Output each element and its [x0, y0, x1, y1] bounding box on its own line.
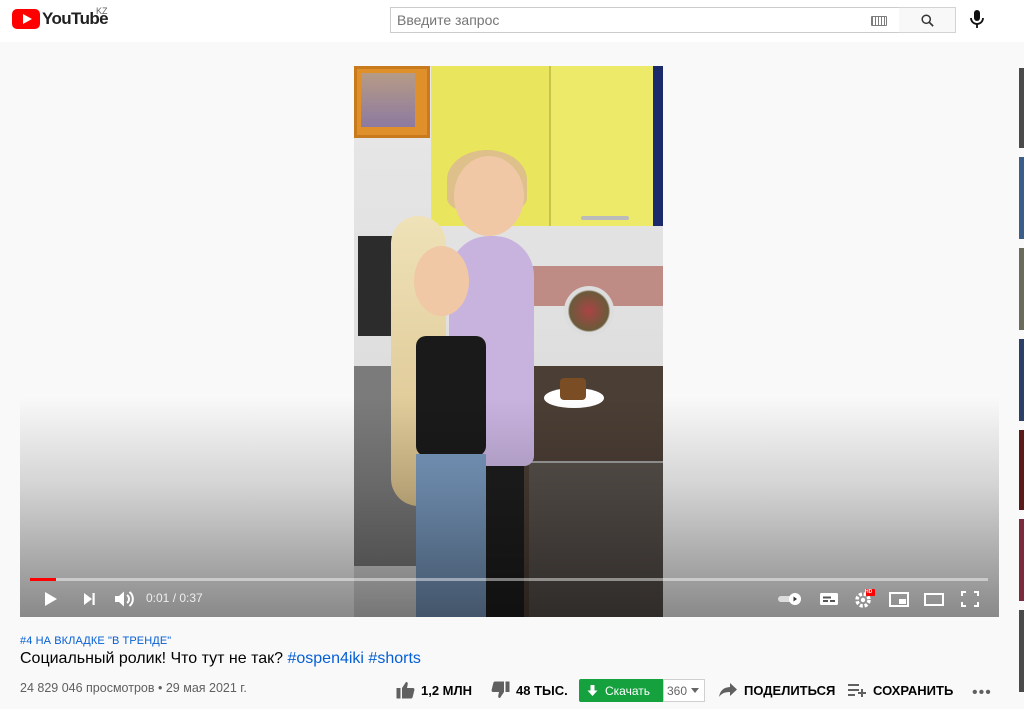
- sidebar-thumbnail[interactable]: [1019, 610, 1024, 692]
- sidebar-thumbnail[interactable]: [1019, 519, 1024, 601]
- microphone-icon: [970, 10, 984, 28]
- video-title-text: Социальный ролик! Что тут не так?: [20, 650, 284, 667]
- volume-icon: [115, 591, 134, 607]
- voice-search-button[interactable]: [969, 9, 985, 34]
- sidebar-thumbnail[interactable]: [1019, 68, 1024, 148]
- more-actions-button[interactable]: •••: [972, 684, 992, 702]
- sidebar-thumbnail[interactable]: [1019, 157, 1024, 239]
- youtube-logo[interactable]: YouTube: [12, 9, 109, 29]
- theater-mode-button[interactable]: [922, 587, 946, 611]
- fullscreen-icon: [961, 591, 979, 607]
- dislike-count: 48 ТЫС.: [516, 682, 568, 698]
- playlist-add-icon: [848, 684, 866, 697]
- view-count: 24 829 046 просмотров: [20, 681, 155, 695]
- download-button[interactable]: Скачать: [579, 679, 663, 702]
- share-label: ПОДЕЛИТЬСЯ: [744, 682, 836, 698]
- thumbs-down-icon: [491, 681, 510, 698]
- subtitles-icon: [820, 593, 838, 605]
- dislike-button[interactable]: 48 ТЫС.: [491, 679, 568, 701]
- play-button[interactable]: [40, 587, 62, 611]
- controls-gradient: [20, 397, 999, 617]
- keyboard-icon[interactable]: [871, 16, 887, 26]
- chevron-down-icon: [691, 688, 700, 693]
- volume-button[interactable]: [112, 587, 136, 611]
- masthead: YouTube KZ: [0, 0, 1024, 42]
- sidebar-thumbnail[interactable]: [1019, 430, 1024, 510]
- meta-separator: •: [157, 681, 163, 695]
- save-button[interactable]: СОХРАНИТЬ: [848, 679, 953, 701]
- hd-badge: HD: [865, 589, 873, 595]
- share-icon: [719, 683, 737, 697]
- next-button[interactable]: [78, 587, 100, 611]
- hashtag-link[interactable]: #ospen4iki: [287, 650, 364, 667]
- youtube-logo-icon: [12, 9, 40, 29]
- next-icon: [84, 593, 95, 605]
- progress-played: [30, 578, 56, 581]
- settings-button[interactable]: HD: [851, 587, 877, 611]
- quality-value: 360: [667, 683, 688, 698]
- search-input[interactable]: [391, 8, 861, 32]
- subtitles-button[interactable]: [817, 587, 841, 611]
- download-icon: [587, 684, 598, 696]
- fullscreen-button[interactable]: [958, 587, 982, 611]
- autoplay-toggle[interactable]: [776, 587, 804, 611]
- miniplayer-icon: [889, 591, 909, 607]
- search-box: [390, 7, 900, 33]
- like-button[interactable]: 1,2 МЛН: [396, 679, 472, 701]
- trending-badge[interactable]: #4 НА ВКЛАДКЕ "В ТРЕНДЕ": [20, 635, 171, 647]
- country-code: KZ: [96, 6, 108, 16]
- miniplayer-button[interactable]: [887, 587, 911, 611]
- save-label: СОХРАНИТЬ: [873, 682, 954, 698]
- share-button[interactable]: ПОДЕЛИТЬСЯ: [718, 679, 835, 701]
- autoplay-icon: [778, 593, 801, 605]
- download-label: Скачать: [605, 683, 650, 698]
- theater-icon: [924, 592, 944, 606]
- video-player[interactable]: [20, 52, 999, 617]
- time-display: 0:01 / 0:37: [146, 591, 203, 605]
- play-icon: [45, 592, 57, 606]
- sidebar-thumbnail[interactable]: [1019, 339, 1024, 421]
- like-count: 1,2 МЛН: [421, 682, 473, 698]
- sidebar-thumbnail[interactable]: [1019, 248, 1024, 330]
- progress-bar[interactable]: [30, 578, 988, 581]
- video-meta: 24 829 046 просмотров • 29 мая 2021 г.: [20, 681, 247, 695]
- upload-date: 29 мая 2021 г.: [165, 681, 247, 695]
- search-button[interactable]: [899, 7, 956, 33]
- hashtag-link[interactable]: #shorts: [368, 650, 420, 667]
- quality-select[interactable]: 360: [663, 679, 705, 702]
- video-title: Социальный ролик! Что тут не так? #ospen…: [20, 650, 421, 668]
- thumbs-up-icon: [396, 682, 415, 699]
- search-icon: [921, 14, 934, 27]
